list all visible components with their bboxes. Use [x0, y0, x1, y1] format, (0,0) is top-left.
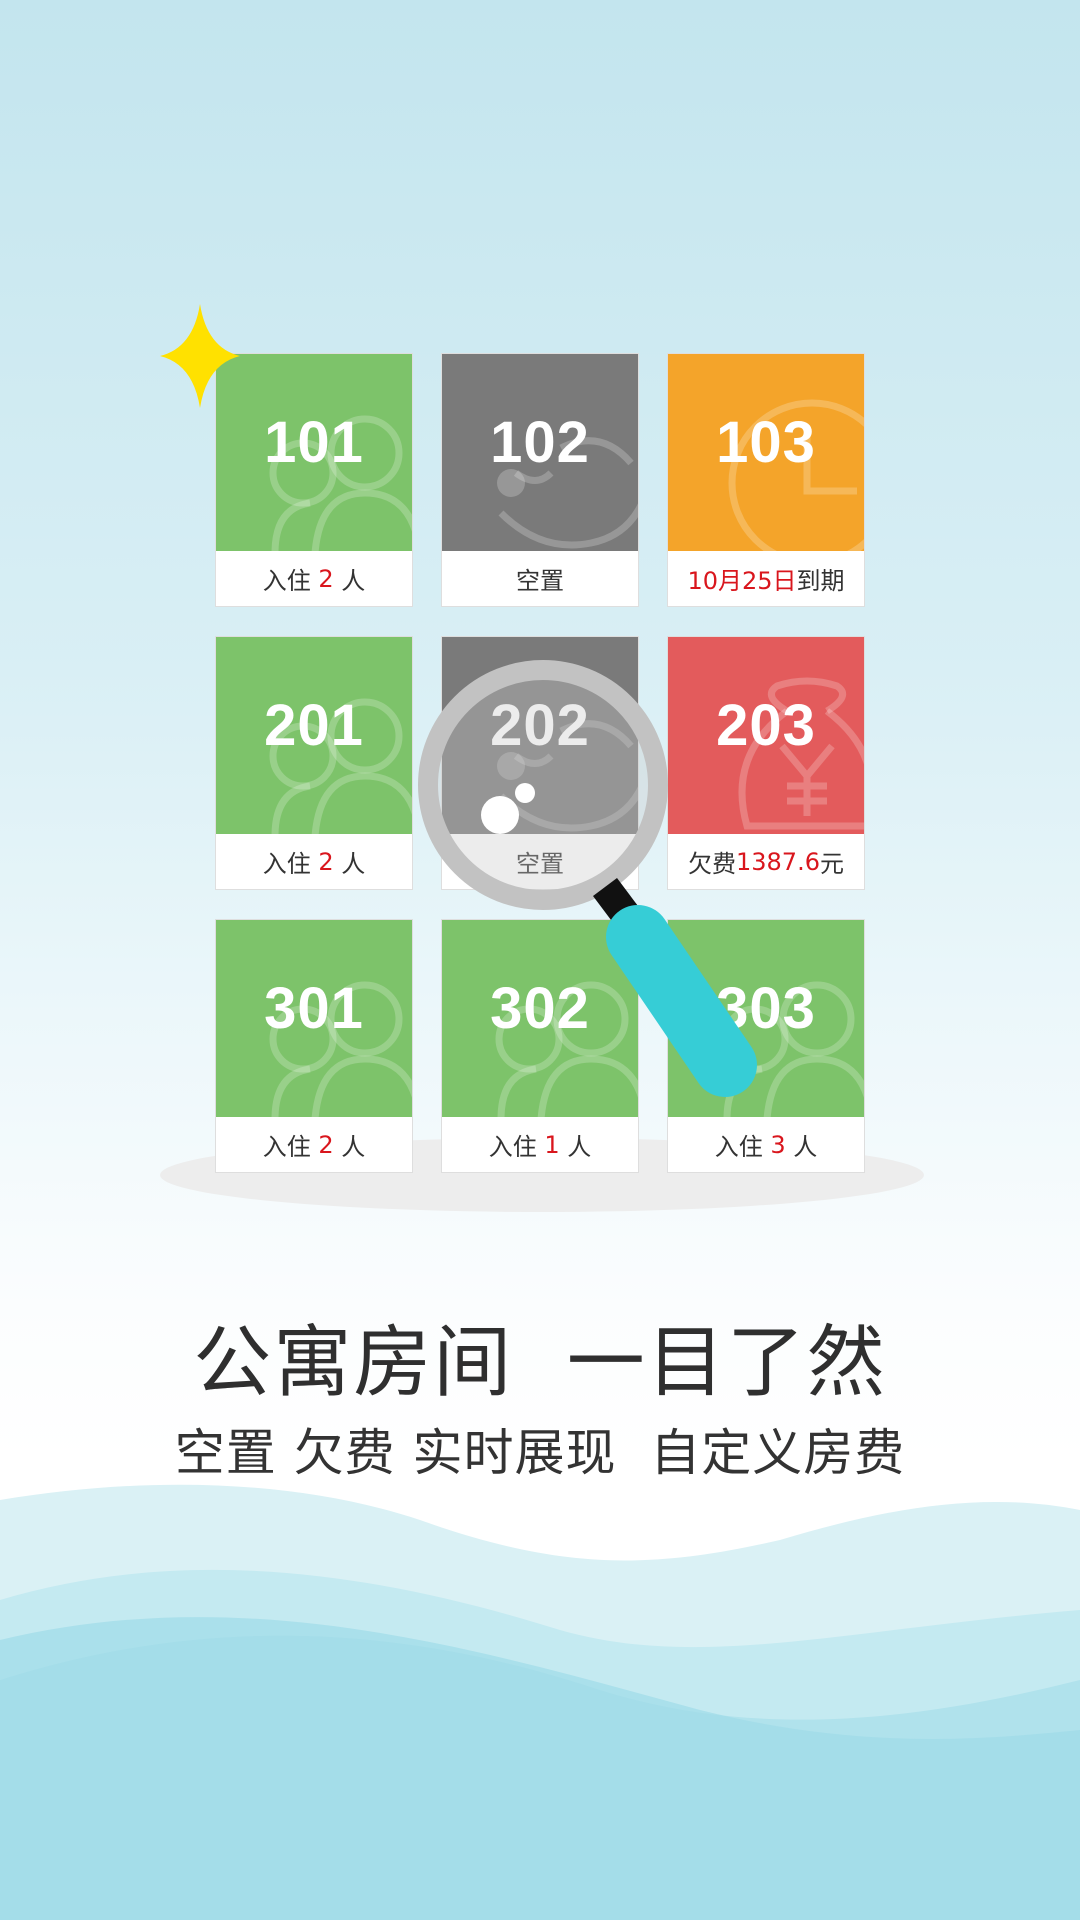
- magnifying-glass-icon: [418, 660, 757, 1097]
- room-card-header: 103: [668, 354, 864, 551]
- room-card-101[interactable]: 101 入住 2 人: [215, 353, 413, 607]
- room-card-102[interactable]: 102 空置: [441, 353, 639, 607]
- room-status-label: 入住 2 人: [216, 834, 412, 889]
- status-suffix: 到期: [796, 567, 845, 595]
- room-card-301[interactable]: 301 入住 2 人: [215, 919, 413, 1173]
- room-card-header: 101: [216, 354, 412, 551]
- status-value: 3: [770, 1130, 786, 1159]
- room-number: 102: [490, 410, 590, 475]
- wave-decoration: [0, 1484, 1080, 1920]
- status-prefix: 入住: [262, 850, 319, 878]
- room-number: 201: [264, 693, 364, 758]
- status-suffix: 元: [819, 850, 844, 878]
- status-suffix: 人: [333, 1133, 366, 1161]
- status-value: 2: [318, 1130, 334, 1159]
- headline: 公寓房间 一目了然: [193, 1318, 887, 1408]
- status-value: 2: [318, 847, 334, 876]
- room-card-header: 201: [216, 637, 412, 834]
- room-status-label: 空置: [442, 551, 638, 606]
- status-prefix: 入住: [262, 567, 319, 595]
- room-status-label: 入住 2 人: [216, 551, 412, 606]
- status-value: 10月25日: [687, 567, 797, 595]
- status-value: 2: [318, 564, 334, 593]
- status-suffix: 空置: [516, 567, 564, 595]
- room-card-header: 102: [442, 354, 638, 551]
- room-card-201[interactable]: 201 入住 2 人: [215, 636, 413, 890]
- room-card-header: 301: [216, 920, 412, 1117]
- onboarding-screen: 101入住 2 人102空置10310月25日到期201入住 2 人202空置2…: [0, 0, 1080, 1920]
- room-status-label: 入住 2 人: [216, 1117, 412, 1172]
- room-card-103[interactable]: 103 10月25日 到期: [667, 353, 865, 607]
- status-suffix: 人: [333, 850, 366, 878]
- room-number: 101: [264, 410, 364, 475]
- room-number: 301: [264, 976, 364, 1041]
- status-prefix: 入住: [262, 1133, 319, 1161]
- status-suffix: 人: [333, 567, 366, 595]
- room-number: 103: [716, 410, 816, 475]
- room-status-label: 10月25日 到期: [668, 551, 864, 606]
- subline: 空置 欠费 实时展现 自定义房费: [174, 1424, 906, 1482]
- status-suffix: 人: [785, 1133, 818, 1161]
- sparkle-icon: [160, 304, 240, 408]
